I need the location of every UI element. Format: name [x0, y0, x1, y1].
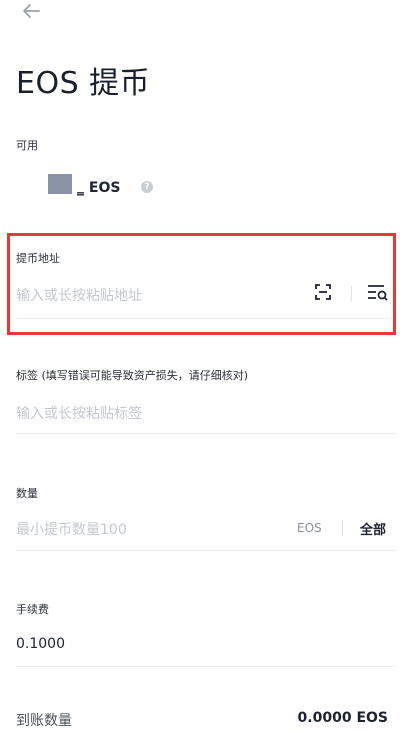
tag-underline	[16, 433, 396, 434]
available-label: 可用	[16, 139, 38, 152]
amount-label: 数量	[16, 487, 38, 500]
back-button[interactable]	[14, 0, 48, 26]
all-button[interactable]: 全部	[360, 519, 386, 538]
address-highlight-box	[7, 233, 396, 335]
fee-value: 0.1000	[16, 636, 65, 652]
coin-icon	[48, 174, 72, 194]
tag-input[interactable]: 输入或长按粘贴标签	[16, 403, 386, 423]
amount-input[interactable]: 最小提币数量100	[16, 519, 266, 539]
info-circle-icon[interactable]: ?	[141, 181, 153, 193]
amount-unit: EOS	[297, 521, 322, 535]
available-balance: ̳ EOS	[84, 180, 121, 196]
fee-underline	[16, 666, 396, 667]
fee-label: 手续费	[16, 603, 49, 616]
arrow-left-icon	[21, 3, 41, 23]
page-title: EOS 提币	[16, 66, 151, 101]
tag-label: 标签 (填写错误可能导致资产损失，请仔细核对)	[16, 369, 249, 382]
arrival-label: 到账数量	[16, 713, 72, 729]
amount-divider	[342, 520, 343, 536]
amount-underline	[16, 550, 396, 551]
arrival-value: 0.0000 EOS	[297, 710, 388, 726]
